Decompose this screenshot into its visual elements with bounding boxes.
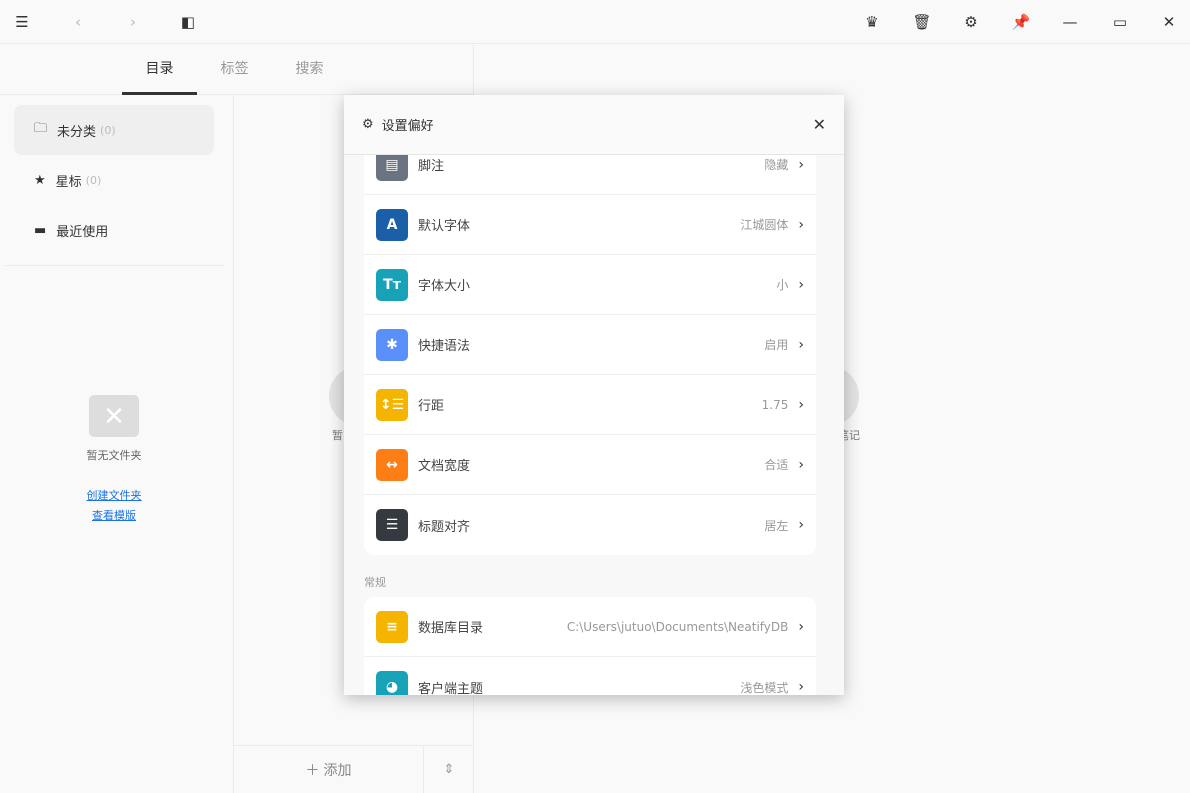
empty-text: 暂无文件夹 [86,449,142,462]
setting-row[interactable]: ↕☰ 行距 1.75 › [364,375,816,435]
editor-settings-card: ▤ 脚注 隐藏 › A 默认字体 江城圆体 › Tт 字体大小 小 › ✱ 快捷语法 … [364,155,816,555]
chevron-right-icon: › [798,517,804,533]
setting-row[interactable]: Tт 字体大小 小 › [364,255,816,315]
setting-label: 行距 [418,399,445,414]
pin-icon[interactable]: 📌 [1009,10,1033,34]
sidebar-item-uncategorized[interactable]: 🗀 未分类 (0) [14,105,214,155]
setting-row[interactable]: A 默认字体 江城圆体 › [364,195,816,255]
star-icon: ★ [34,172,46,188]
setting-icon: ✱ [376,328,408,361]
chevron-right-icon: › [798,618,804,635]
setting-label: 脚注 [418,159,445,174]
gear-icon[interactable]: ⚙ [959,10,983,34]
chevron-right-icon: › [798,679,804,695]
setting-value: 1.75 [761,397,789,412]
view-templates-link[interactable]: 查看模版 [0,507,228,523]
title-bar: ☰ ‹ › ◧ ♛ 🗑 ⚙ 📌 — ▭ ✕ [0,0,1190,44]
setting-value: 启用 [764,338,789,352]
sidebar: 🗀 未分类 (0) ★ 星标 (0) ▬ 最近使用 ✕ 暂无文件夹 创建文件夹 … [0,95,234,793]
setting-label: 客户端主题 [418,681,484,696]
forward-icon[interactable]: › [121,10,145,34]
tab-tags[interactable]: 标签 [197,45,272,95]
chevron-right-icon: › [798,276,804,293]
stack-icon: ▬ [34,222,47,238]
trash-icon[interactable]: 🗑 [910,10,934,34]
setting-icon: ↔ [376,448,408,481]
sidebar-item-label: 星标 [55,174,82,190]
setting-icon: ☰ [376,509,408,541]
empty-folder-icon: ✕ [89,395,139,437]
dialog-header: ⚙ 设置偏好 ✕ [344,95,844,155]
sidebar-toggle-icon[interactable]: ◧ [176,10,200,34]
folder-x-icon: 🗀 [34,121,48,136]
tab-search[interactable]: 搜索 [272,45,347,95]
setting-label: 文档宽度 [418,459,471,474]
setting-icon: ▤ [376,155,408,181]
setting-icon: A [376,208,408,241]
chevron-right-icon: › [798,396,804,413]
empty-text-left: 暂 [332,429,343,442]
setting-value: 浅色模式 [740,680,789,695]
plus-icon: ＋ [305,762,320,779]
section-general-label: 常规 [364,576,386,589]
minimize-icon[interactable]: — [1058,10,1082,34]
sidebar-item-label: 最近使用 [56,224,109,240]
preferences-dialog: ⚙ 设置偏好 ✕ ▤ 脚注 隐藏 › A 默认字体 江城圆体 › Tт 字体大小 小… [344,95,844,695]
sort-icon: ⇕ [443,762,455,777]
sidebar-item-starred[interactable]: ★ 星标 (0) [14,155,214,205]
close-dialog-button[interactable]: ✕ [813,115,826,134]
add-button[interactable]: ＋添加 [234,746,424,793]
setting-row[interactable]: ≡ 数据库目录 C:\Users\jutuo\Documents\Neatify… [364,597,816,657]
setting-row[interactable]: ☰ 标题对齐 居左 › [364,495,816,555]
back-icon[interactable]: ‹ [66,10,90,34]
add-label: 添加 [323,762,352,779]
setting-icon: ◕ [376,671,408,695]
sidebar-item-count: (0) [100,123,116,137]
sidebar-item-label: 未分类 [57,124,97,140]
divider [4,265,224,266]
chevron-right-icon: › [798,156,804,173]
sort-button[interactable]: ⇕ [424,746,474,793]
setting-value: 居左 [764,518,789,533]
empty-state: ✕ 暂无文件夹 创建文件夹 查看模版 [0,395,228,523]
setting-label: 快捷语法 [418,339,471,354]
setting-label: 标题对齐 [418,519,471,535]
setting-label: 数据库目录 [418,621,484,636]
menu-icon[interactable]: ☰ [10,10,34,34]
setting-row[interactable]: ✱ 快捷语法 启用 › [364,315,816,375]
note-list-footer: ＋添加 ⇕ [234,745,474,793]
tab-bar: 目录 标签 搜索 [0,45,474,95]
chevron-right-icon: › [798,336,804,353]
setting-label: 默认字体 [418,219,471,234]
sidebar-item-recent[interactable]: ▬ 最近使用 [14,205,214,255]
setting-value: 隐藏 [764,158,789,172]
setting-row[interactable]: ▤ 脚注 隐藏 › [364,155,816,195]
setting-label: 字体大小 [418,279,471,294]
dialog-body[interactable]: ▤ 脚注 隐藏 › A 默认字体 江城圆体 › Tт 字体大小 小 › ✱ 快捷语法 … [344,155,844,695]
chevron-right-icon: › [798,216,804,233]
dialog-title: 设置偏好 [381,119,434,134]
setting-value: 合适 [764,458,789,472]
sidebar-item-count: (0) [85,173,102,187]
setting-row[interactable]: ◕ 客户端主题 浅色模式 › [364,657,816,695]
create-folder-link[interactable]: 创建文件夹 [0,487,228,503]
general-settings-card: ≡ 数据库目录 C:\Users\jutuo\Documents\Neatify… [364,597,816,695]
gear-icon: ⚙ [362,117,374,132]
setting-value: 江城圆体 [740,218,789,232]
setting-icon: Tт [376,268,408,301]
setting-value: C:\Users\jutuo\Documents\NeatifyDB [566,619,789,634]
crown-icon[interactable]: ♛ [860,10,884,34]
maximize-icon[interactable]: ▭ [1108,10,1132,34]
setting-value: 小 [776,278,789,292]
setting-icon: ≡ [376,610,408,643]
setting-icon: ↕☰ [376,388,408,421]
setting-row[interactable]: ↔ 文档宽度 合适 › [364,435,816,495]
tab-directory[interactable]: 目录 [122,45,197,95]
chevron-right-icon: › [798,456,804,473]
close-icon[interactable]: ✕ [1157,10,1181,34]
